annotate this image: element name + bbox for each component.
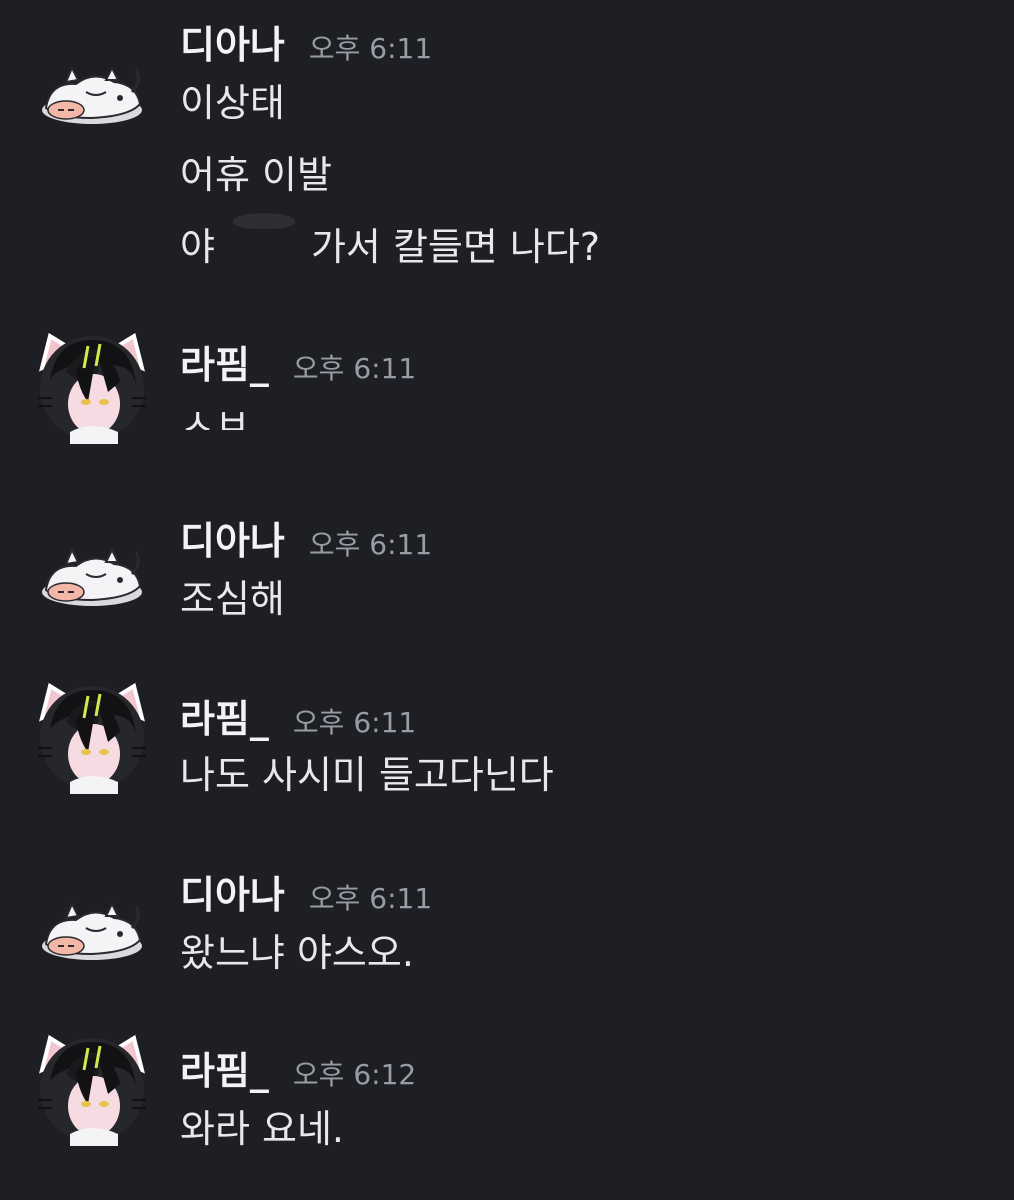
message-text: 가서 칼들면 나다? [310,225,601,269]
timestamp: 오후 6:11 [308,32,433,65]
message-text: 어휴 이발 [180,153,332,197]
message-header: 라핌_ 오후 6:12 [180,1046,416,1096]
timestamp: 오후 6:11 [292,352,417,385]
user-avatar[interactable] [36,866,148,978]
message-text: 이상태 [180,81,285,125]
user-avatar[interactable] [36,1034,148,1146]
message-text: 조심해 [180,577,285,621]
sleeping-cat-avatar-icon [36,30,148,142]
timestamp: 오후 6:12 [292,1058,417,1091]
message-header: 디아나 오후 6:11 [180,516,432,566]
message-text: 야 [180,225,215,269]
username[interactable]: 라핌_ [180,1046,269,1096]
message-group: 디아나 오후 6:11 왔느냐 야스오. [0,870,1014,990]
timestamp: 오후 6:11 [308,528,433,561]
username[interactable]: 라핌_ [180,340,269,390]
message-text: 왔느냐 야스오. [180,931,414,975]
message-group: 디아나 오후 6:11 이상태 어휴 이발 야 가서 칼들면 나다? [0,20,1014,280]
username[interactable]: 디아나 [180,20,285,70]
cat-ear-anime-avatar-icon [36,1034,148,1146]
user-avatar[interactable] [36,30,148,142]
username[interactable]: 디아나 [180,516,285,566]
timestamp: 오후 6:11 [292,706,417,739]
message-header: 라핌_ 오후 6:11 [180,340,416,390]
user-avatar[interactable] [36,512,148,624]
chat-message-list: 디아나 오후 6:11 이상태 어휴 이발 야 가서 칼들면 나다? 라핌_ 오후… [0,0,1014,1200]
message-text-redacted: 야 가서 칼들면 나다? [180,212,601,272]
message-text: 나도 사시미 들고다닌다 [180,753,554,797]
message-group: 라핌_ 오후 6:11 ㅅㅂ [0,340,1014,460]
message-group: 디아나 오후 6:11 조심해 [0,516,1014,636]
message-text: ㅅㅂ [180,401,250,430]
username[interactable]: 디아나 [180,870,285,920]
message-group: 라핌_ 오후 6:11 나도 사시미 들고다닌다 [0,694,1014,814]
message-group: 라핌_ 오후 6:12 와라 요네. [0,1046,1014,1166]
user-avatar[interactable] [36,682,148,794]
message-header: 디아나 오후 6:11 [180,870,432,920]
sleeping-cat-avatar-icon [36,512,148,624]
cat-ear-anime-avatar-icon [36,332,148,444]
username[interactable]: 라핌_ [180,694,269,744]
sleeping-cat-avatar-icon [36,866,148,978]
cat-ear-anime-avatar-icon [36,682,148,794]
message-text: 와라 요네. [180,1107,344,1151]
timestamp: 오후 6:11 [308,882,433,915]
redacted-area [215,212,311,269]
user-avatar[interactable] [36,332,148,444]
message-header: 디아나 오후 6:11 [180,20,432,70]
message-header: 라핌_ 오후 6:11 [180,694,416,744]
